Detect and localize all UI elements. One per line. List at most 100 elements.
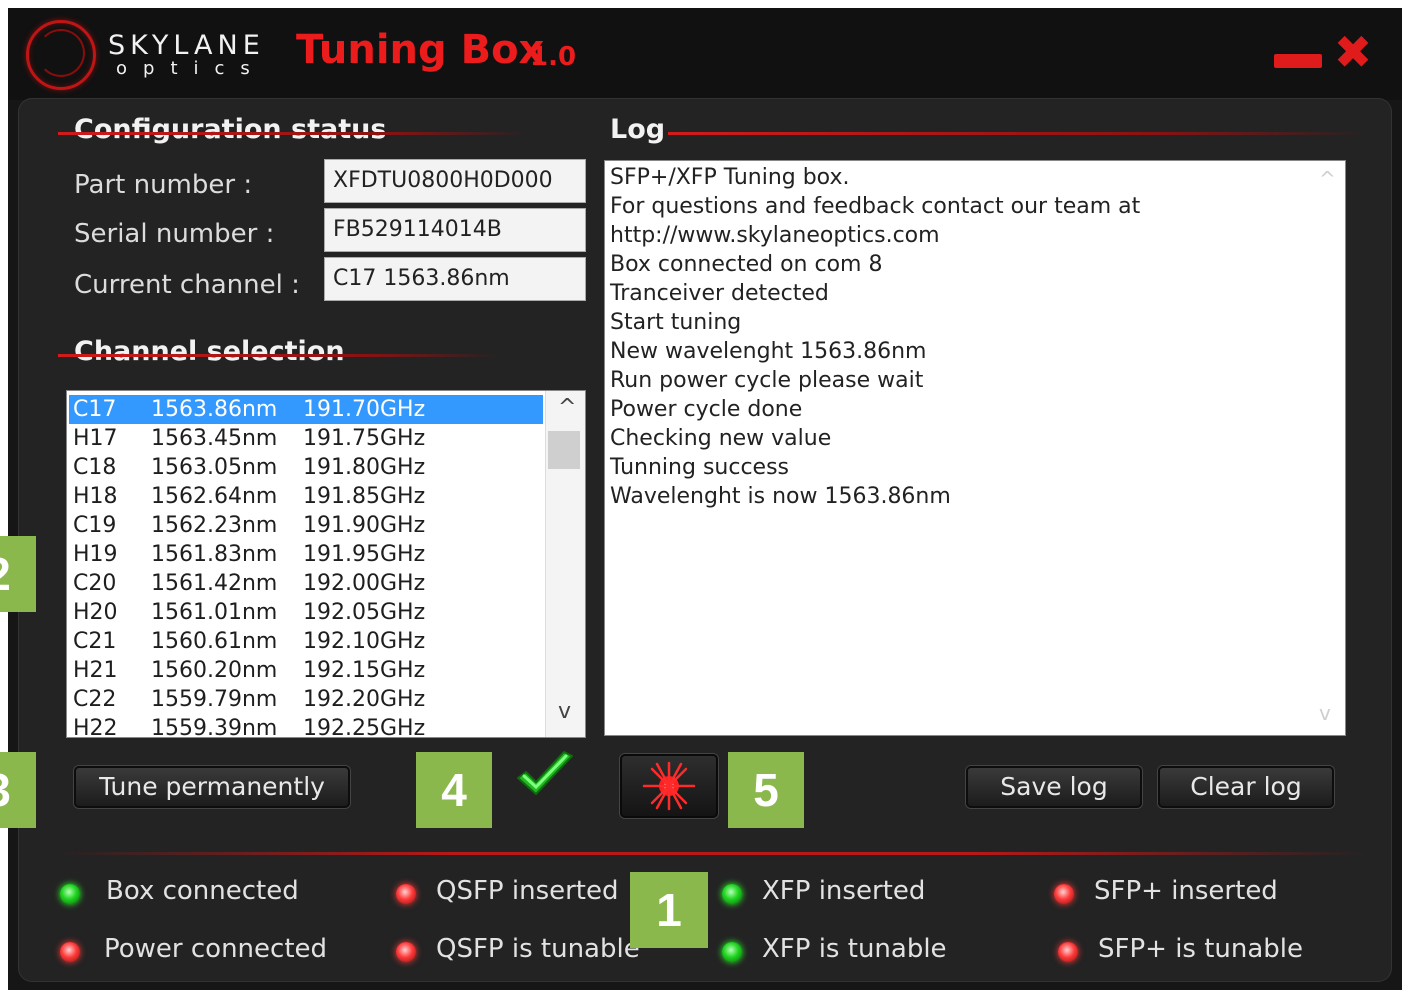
- laser-button[interactable]: [620, 754, 718, 818]
- annotation-badge-5: 5: [728, 752, 804, 828]
- channel-id: H19: [73, 542, 118, 567]
- tune-permanently-button[interactable]: Tune permanently: [74, 766, 350, 808]
- annotation-badge-4: 4: [416, 752, 492, 828]
- app-title: Tuning Box: [296, 27, 545, 73]
- save-log-button[interactable]: Save log: [966, 766, 1142, 808]
- log-line: Power cycle done: [610, 397, 803, 422]
- channel-frequency: 192.25GHz: [303, 716, 426, 738]
- sfp-inserted-led: [1054, 884, 1074, 904]
- channel-wavelength: 1563.05nm: [151, 455, 278, 480]
- channel-id: C22: [73, 687, 117, 712]
- tuning-box-window: SKYLANE optics Tuning Box 1.0 ✖ Configur…: [8, 8, 1402, 990]
- sfp-tunable-label: SFP+ is tunable: [1098, 934, 1304, 964]
- channel-id: H17: [73, 426, 118, 451]
- status-divider: [58, 852, 1368, 855]
- channel-id: H22: [73, 716, 118, 738]
- clear-log-button[interactable]: Clear log: [1158, 766, 1334, 808]
- channel-frequency: 192.05GHz: [303, 600, 426, 625]
- xfp-tunable-led: [722, 942, 742, 962]
- log-title-rule: [668, 132, 1368, 135]
- annotation-badge-2: 2: [0, 536, 36, 612]
- channel-row[interactable]: C17 1563.86nm 191.70GHz: [69, 395, 543, 424]
- log-line: New wavelenght 1563.86nm: [610, 339, 927, 364]
- current-channel-field[interactable]: C17 1563.86nm: [324, 257, 586, 301]
- channel-wavelength: 1563.45nm: [151, 426, 278, 451]
- power-connected-label: Power connected: [104, 934, 328, 964]
- log-textarea[interactable]: SFP+/XFP Tuning box. For questions and fe…: [604, 160, 1346, 736]
- part-number-field[interactable]: XFDTU0800H0D000: [324, 159, 586, 203]
- app-version: 1.0: [530, 42, 577, 72]
- brand-name: SKYLANE: [108, 30, 265, 61]
- qsfp-inserted-label: QSFP inserted: [436, 876, 619, 906]
- xfp-tunable-label: XFP is tunable: [762, 934, 947, 964]
- channel-wavelength: 1559.79nm: [151, 687, 278, 712]
- sfp-tunable-led: [1058, 942, 1078, 962]
- channel-row[interactable]: H22 1559.39nm 192.25GHz: [69, 714, 543, 738]
- serial-number-label: Serial number :: [74, 219, 275, 249]
- channel-wavelength: 1562.64nm: [151, 484, 278, 509]
- channel-list[interactable]: C17 1563.86nm 191.70GHz H17 1563.45nm 191.75G…: [66, 390, 586, 738]
- channel-wavelength: 1560.20nm: [151, 658, 278, 683]
- log-scrollbar[interactable]: ^ v: [1309, 161, 1345, 735]
- channel-wavelength: 1562.23nm: [151, 513, 278, 538]
- channel-frequency: 192.00GHz: [303, 571, 426, 596]
- channel-frequency: 192.10GHz: [303, 629, 426, 654]
- channel-row[interactable]: C18 1563.05nm 191.80GHz: [69, 453, 543, 482]
- channel-row[interactable]: H20 1561.01nm 192.05GHz: [69, 598, 543, 627]
- box-connected-label: Box connected: [106, 876, 299, 906]
- channel-wavelength: 1561.42nm: [151, 571, 278, 596]
- channel-frequency: 191.75GHz: [303, 426, 426, 451]
- channel-row[interactable]: H17 1563.45nm 191.75GHz: [69, 424, 543, 453]
- channel-id: C18: [73, 455, 117, 480]
- qsfp-tunable-led: [396, 942, 416, 962]
- xfp-inserted-label: XFP inserted: [762, 876, 926, 906]
- log-lines: SFP+/XFP Tuning box. For questions and fe…: [610, 163, 1140, 511]
- annotation-badge-3: 3: [0, 752, 36, 828]
- log-line: Tunning success: [610, 455, 789, 480]
- power-connected-led: [60, 942, 80, 962]
- chevron-up-icon[interactable]: ^: [1319, 169, 1336, 189]
- log-line: Tranceiver detected: [610, 281, 829, 306]
- channel-wavelength: 1561.01nm: [151, 600, 278, 625]
- channel-selection-title: Channel selection: [74, 336, 345, 367]
- minimize-button[interactable]: [1274, 54, 1322, 68]
- channel-row[interactable]: H19 1561.83nm 191.95GHz: [69, 540, 543, 569]
- channel-row[interactable]: H21 1560.20nm 192.15GHz: [69, 656, 543, 685]
- channel-id: H21: [73, 658, 118, 683]
- log-line: SFP+/XFP Tuning box.: [610, 165, 850, 190]
- channel-frequency: 191.90GHz: [303, 513, 426, 538]
- current-channel-label: Current channel :: [74, 270, 300, 300]
- channel-wavelength: 1563.86nm: [151, 397, 278, 422]
- channel-title-rule: [58, 354, 498, 357]
- xfp-inserted-led: [722, 884, 742, 904]
- channel-wavelength: 1559.39nm: [151, 716, 278, 738]
- channel-row[interactable]: C20 1561.42nm 192.00GHz: [69, 569, 543, 598]
- channel-frequency: 191.80GHz: [303, 455, 426, 480]
- serial-number-field[interactable]: FB529114014B: [324, 208, 586, 252]
- log-line: Wavelenght is now 1563.86nm: [610, 484, 951, 509]
- log-line: http://www.skylaneoptics.com: [610, 223, 940, 248]
- sfp-inserted-label: SFP+ inserted: [1094, 876, 1278, 906]
- scrollbar-thumb[interactable]: [548, 431, 580, 469]
- close-button[interactable]: ✖: [1328, 29, 1378, 75]
- log-line: Box connected on com 8: [610, 252, 883, 277]
- channel-row[interactable]: C19 1562.23nm 191.90GHz: [69, 511, 543, 540]
- check-icon: [517, 751, 573, 795]
- channel-frequency: 191.85GHz: [303, 484, 426, 509]
- skylane-logo-icon: [26, 20, 96, 90]
- laser-icon: [642, 761, 696, 811]
- qsfp-inserted-led: [396, 884, 416, 904]
- chevron-down-icon[interactable]: v: [1319, 703, 1331, 723]
- part-number-label: Part number :: [74, 170, 253, 200]
- title-bar: SKYLANE optics Tuning Box 1.0 ✖: [8, 8, 1402, 100]
- channel-list-scrollbar[interactable]: ^ v: [545, 391, 585, 737]
- log-line: For questions and feedback contact our t…: [610, 194, 1141, 219]
- chevron-down-icon[interactable]: v: [558, 701, 571, 723]
- channel-id: H20: [73, 600, 118, 625]
- chevron-up-icon[interactable]: ^: [558, 397, 576, 419]
- close-icon: ✖: [1333, 25, 1373, 79]
- channel-row[interactable]: C21 1560.61nm 192.10GHz: [69, 627, 543, 656]
- log-line: Checking new value: [610, 426, 832, 451]
- channel-row[interactable]: H18 1562.64nm 191.85GHz: [69, 482, 543, 511]
- channel-row[interactable]: C22 1559.79nm 192.20GHz: [69, 685, 543, 714]
